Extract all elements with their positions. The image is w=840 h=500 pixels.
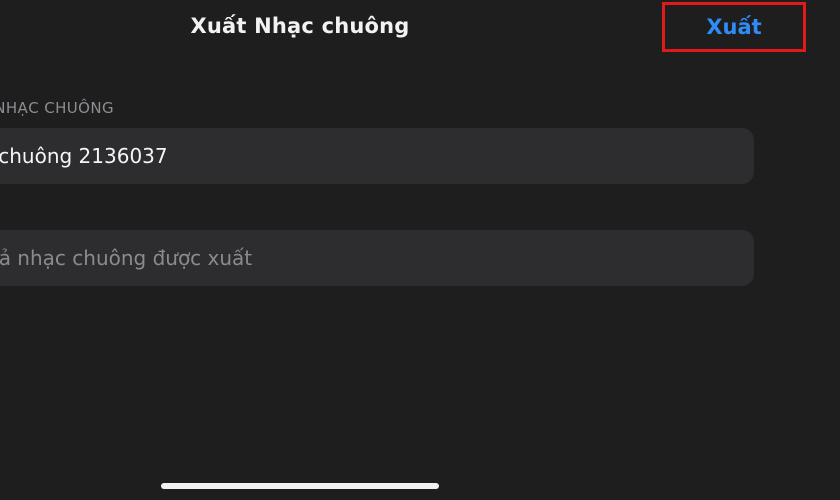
ringtone-name-section-label: TÊN NHẠC CHUÔNG [0, 99, 115, 117]
ringtone-description-field[interactable]: Mô tả nhạc chuông được xuất [0, 230, 754, 286]
ringtone-name-value: Nhạc chuông 2136037 [0, 144, 168, 168]
export-ringtone-screen: Xuất Nhạc chuông Xuất TÊN NHẠC CHUÔNG Nh… [0, 0, 840, 500]
ringtone-name-field[interactable]: Nhạc chuông 2136037 [0, 128, 754, 184]
home-indicator[interactable] [161, 483, 439, 489]
ringtone-description-placeholder: Mô tả nhạc chuông được xuất [0, 246, 253, 270]
page-title: Xuất Nhạc chuông [190, 14, 410, 38]
export-button[interactable]: Xuất [662, 2, 806, 52]
